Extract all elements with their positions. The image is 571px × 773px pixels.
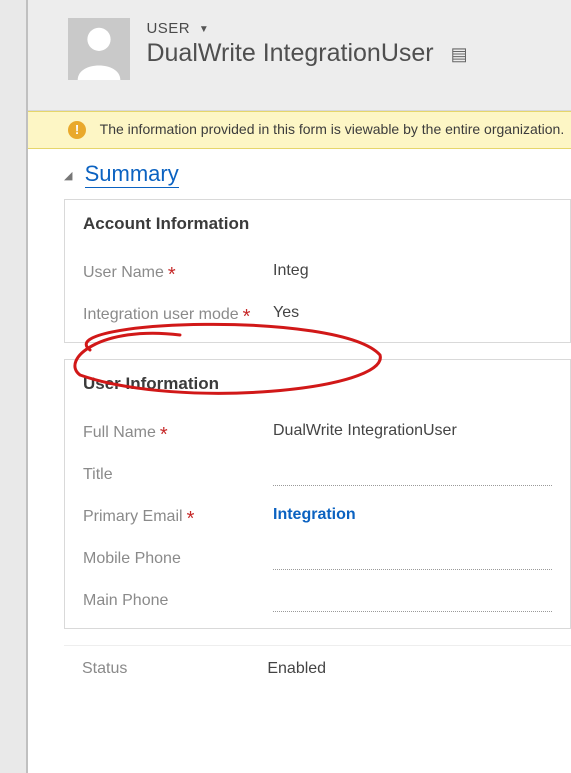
username-label: User Name* <box>83 262 273 284</box>
user-information-panel: User Information Full Name* DualWrite In… <box>64 359 571 629</box>
record-title-text: DualWrite IntegrationUser <box>146 39 433 67</box>
status-value: Enabled <box>267 660 326 678</box>
field-primary-email: Primary Email* Integration <box>83 496 552 538</box>
mainphone-label: Main Phone <box>83 590 273 612</box>
username-value[interactable]: Integ <box>273 262 552 284</box>
required-icon: * <box>168 264 176 286</box>
field-full-name: Full Name* DualWrite IntegrationUser <box>83 412 552 454</box>
account-information-panel: Account Information User Name* Integ Int… <box>64 199 571 343</box>
status-label: Status <box>82 660 127 678</box>
left-gutter <box>0 0 28 773</box>
email-value[interactable]: Integration <box>273 506 552 528</box>
record-header: USER ▼ DualWrite IntegrationUser ▤ <box>28 0 571 111</box>
caret-down-icon: ▼ <box>199 24 209 35</box>
fullname-label: Full Name* <box>83 422 273 444</box>
field-integration-user-mode: Integration user mode* Yes <box>83 294 552 336</box>
summary-section-toggle[interactable]: ◢ Summary <box>64 157 571 199</box>
fullname-value[interactable]: DualWrite IntegrationUser <box>273 422 552 444</box>
email-label: Primary Email* <box>83 506 273 528</box>
username-label-text: User Name <box>83 264 164 281</box>
field-title: Title <box>83 454 552 496</box>
form-body: ◢ Summary Account Information User Name*… <box>28 149 571 682</box>
mainphone-value[interactable] <box>273 590 552 612</box>
email-label-text: Primary Email <box>83 508 183 525</box>
required-icon: * <box>187 508 195 530</box>
views-icon[interactable]: ▤ <box>451 44 468 65</box>
title-label: Title <box>83 464 273 486</box>
integration-mode-label: Integration user mode* <box>83 304 273 326</box>
mobile-label: Mobile Phone <box>83 548 273 570</box>
fullname-label-text: Full Name <box>83 424 156 441</box>
entity-type-label: USER <box>146 20 190 37</box>
required-icon: * <box>160 424 168 446</box>
required-icon: * <box>243 306 251 328</box>
integration-mode-value[interactable]: Yes <box>273 304 552 326</box>
field-username: User Name* Integ <box>83 252 552 294</box>
avatar <box>68 18 130 80</box>
record-title: DualWrite IntegrationUser ▤ <box>146 39 467 68</box>
title-value[interactable] <box>273 464 552 486</box>
entity-type-dropdown[interactable]: USER ▼ <box>146 20 467 37</box>
notification-text: The information provided in this form is… <box>100 121 565 137</box>
mobile-value[interactable] <box>273 548 552 570</box>
info-notification-bar: ! The information provided in this form … <box>28 111 571 149</box>
user-info-title: User Information <box>83 374 552 394</box>
collapse-icon: ◢ <box>64 169 72 182</box>
field-mobile-phone: Mobile Phone <box>83 538 552 580</box>
integration-mode-label-text: Integration user mode <box>83 306 239 323</box>
field-main-phone: Main Phone <box>83 580 552 622</box>
status-bar: Status Enabled <box>64 645 571 682</box>
account-info-title: Account Information <box>83 214 552 234</box>
warning-icon: ! <box>68 121 86 139</box>
summary-section-label: Summary <box>85 161 179 188</box>
